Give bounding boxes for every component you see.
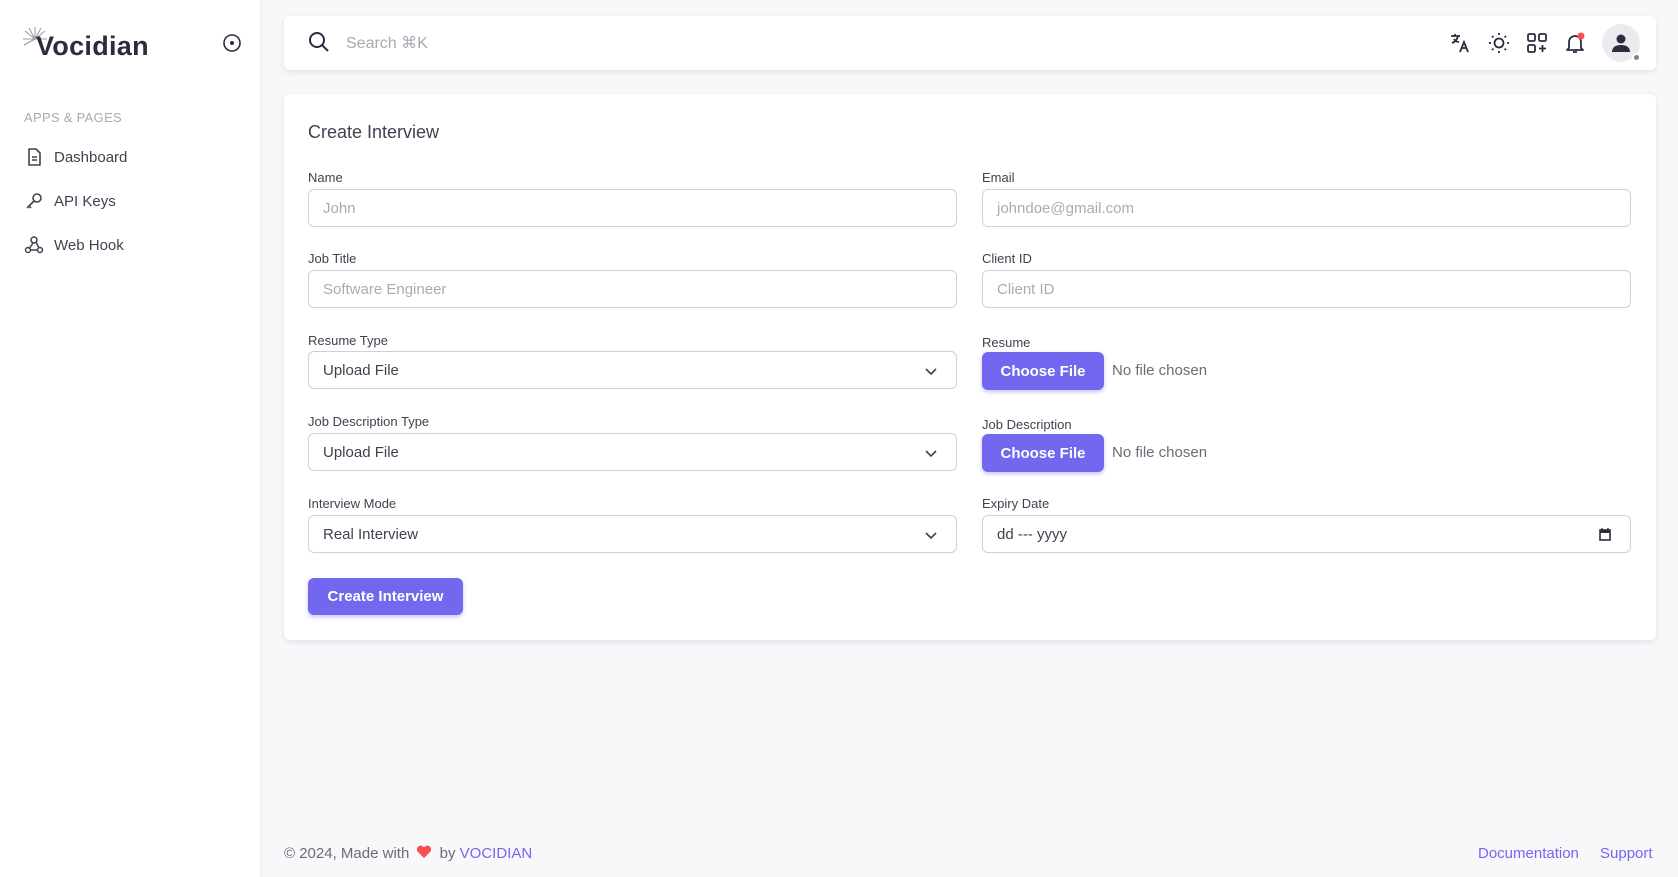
sidebar-item-api-keys[interactable]: API Keys (24, 191, 116, 211)
top-navbar: Search ⌘K (284, 16, 1656, 70)
file-text-icon (28, 148, 41, 166)
create-interview-button[interactable]: Create Interview (308, 578, 463, 615)
chevron-down-icon (925, 450, 937, 458)
footer-brand-link[interactable]: VOCIDIAN (460, 845, 533, 862)
chevron-down-icon (925, 368, 937, 376)
status-dot (1632, 53, 1641, 62)
interview-mode-select[interactable]: Real Interview (308, 515, 957, 553)
interview-mode-label: Interview Mode (308, 496, 397, 511)
resume-choose-file-button[interactable]: Choose File (982, 352, 1104, 390)
jd-choose-file-button[interactable]: Choose File (982, 434, 1104, 472)
name-label: Name (308, 170, 343, 185)
jd-type-select[interactable]: Upload File (308, 433, 957, 471)
footer: © 2024, Made with by VOCIDIAN (284, 845, 532, 862)
resume-label: Resume (982, 335, 1031, 350)
email-input[interactable]: johndoe@gmail.com (982, 189, 1631, 227)
calendar-icon[interactable] (1598, 527, 1612, 541)
sidebar-item-label: Dashboard (54, 148, 128, 166)
apps-add-icon[interactable] (1525, 31, 1549, 55)
sidebar: Vocidian APPS & PAGES Dashboard API Keys… (0, 0, 260, 877)
key-icon (26, 193, 42, 209)
client-id-label: Client ID (982, 251, 1032, 266)
sidebar-toggle-icon[interactable] (222, 33, 242, 53)
resume-type-label: Resume Type (308, 333, 388, 348)
section-heading: APPS & PAGES (24, 110, 123, 125)
avatar[interactable] (1602, 24, 1641, 62)
footer-copyright: © 2024, Made with (284, 845, 410, 862)
search-input[interactable]: Search ⌘K (346, 33, 428, 53)
page-title: Create Interview (308, 122, 440, 142)
heart-icon (417, 845, 432, 858)
interview-mode-value: Real Interview (323, 525, 419, 543)
jd-label: Job Description (982, 417, 1072, 432)
chevron-down-icon (925, 532, 937, 540)
jd-type-label: Job Description Type (308, 414, 430, 429)
user-icon (1612, 34, 1630, 52)
resume-type-select[interactable]: Upload File (308, 351, 957, 389)
job-title-label: Job Title (308, 251, 357, 266)
logo-text: Vocidian (36, 31, 149, 61)
sidebar-item-dashboard[interactable]: Dashboard (24, 147, 127, 167)
documentation-link[interactable]: Documentation (1478, 845, 1579, 862)
logo[interactable]: Vocidian (22, 26, 149, 62)
expiry-date-input[interactable]: dd --- yyyy (982, 515, 1631, 553)
email-label: Email (982, 170, 1015, 185)
translate-icon[interactable] (1448, 31, 1472, 55)
resume-file-status: No file chosen (1112, 362, 1208, 379)
support-link[interactable]: Support (1600, 845, 1653, 862)
sidebar-item-label: API Keys (54, 192, 116, 210)
jd-type-value: Upload File (323, 443, 399, 461)
sun-icon[interactable] (1487, 31, 1511, 55)
expiry-date-placeholder: dd --- yyyy (997, 525, 1068, 543)
create-interview-card: Create Interview Name John Email johndoe… (284, 94, 1656, 640)
search-icon[interactable] (308, 31, 330, 53)
bell-icon[interactable] (1563, 31, 1587, 55)
sidebar-item-label: Web Hook (54, 236, 124, 254)
footer-by: by (439, 845, 456, 862)
jd-file-status: No file chosen (1112, 444, 1208, 461)
job-title-input[interactable]: Software Engineer (308, 270, 957, 308)
webhook-icon (24, 236, 44, 254)
expiry-label: Expiry Date (982, 496, 1050, 511)
resume-type-value: Upload File (323, 361, 399, 379)
sidebar-item-web-hook[interactable]: Web Hook (24, 235, 124, 255)
client-id-input[interactable]: Client ID (982, 270, 1631, 308)
name-input[interactable]: John (308, 189, 957, 227)
